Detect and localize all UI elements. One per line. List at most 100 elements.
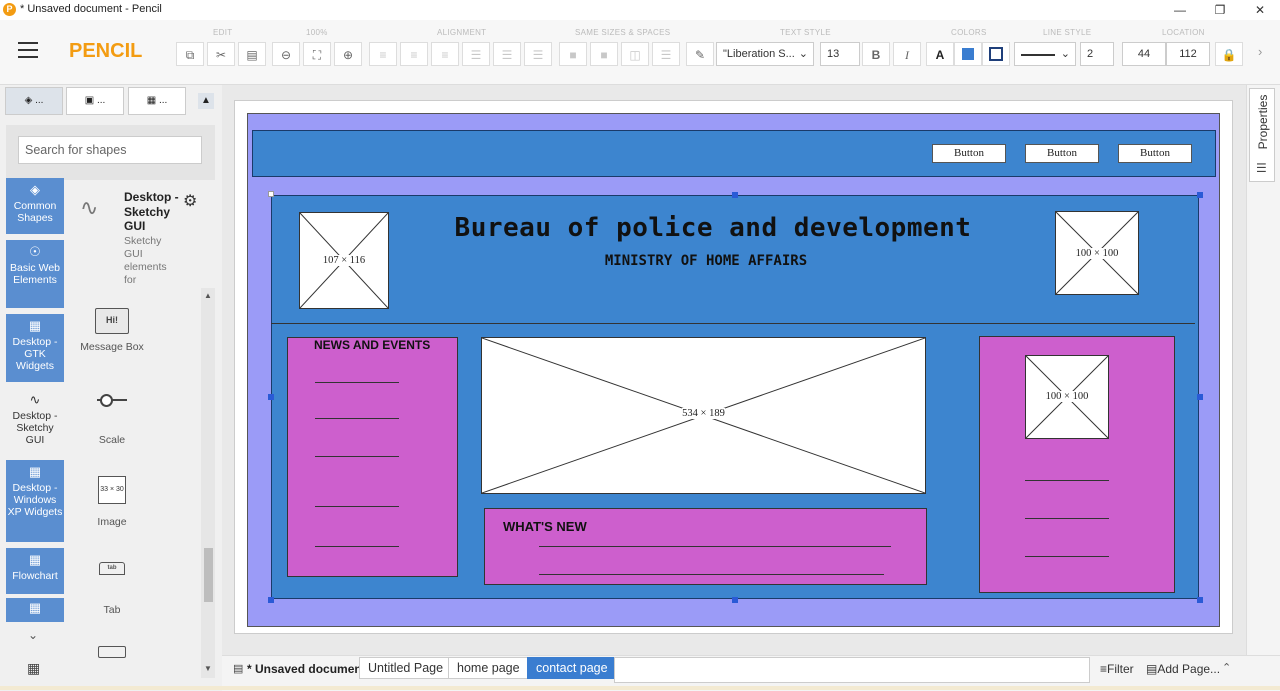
same-height-button[interactable]: ■ xyxy=(590,42,618,66)
gear-icon[interactable]: ⚙ xyxy=(183,191,197,211)
align-top-button[interactable]: ☰ xyxy=(462,42,490,66)
shape-scale[interactable]: Scale xyxy=(70,392,154,446)
nav-button-2[interactable]: Button xyxy=(1025,144,1099,163)
font-size-input[interactable]: 13 xyxy=(820,42,860,66)
resize-handle-bottom-right[interactable] xyxy=(1197,597,1203,603)
resize-handle-right[interactable] xyxy=(1197,394,1203,400)
page-heading[interactable]: Bureau of police and development xyxy=(420,213,1006,243)
news-title[interactable]: NEWS AND EVENTS xyxy=(314,338,430,352)
squiggle-icon: ∿ xyxy=(29,392,41,407)
fill-color-button[interactable] xyxy=(954,42,982,66)
align-right-button[interactable]: ≡ xyxy=(431,42,459,66)
group-label-location: LOCATION xyxy=(1162,28,1205,37)
resize-handle-left[interactable] xyxy=(268,394,274,400)
group-label-edit: EDIT xyxy=(213,28,233,37)
zoom-in-button[interactable]: ⊕ xyxy=(334,42,362,66)
sidebar-scrollbar[interactable]: ▲ ▼ xyxy=(201,288,215,678)
resize-handle-top-right[interactable] xyxy=(1197,192,1203,198)
location-y-input[interactable]: 112 xyxy=(1166,42,1210,66)
add-page-button[interactable]: ▤Add Page... xyxy=(1146,662,1220,676)
whats-new-panel[interactable]: WHAT'S NEW xyxy=(484,508,927,585)
filter-button[interactable]: ≡Filter xyxy=(1100,662,1134,676)
apps-grid-icon[interactable]: ▦ xyxy=(27,660,40,677)
shape-tab[interactable]: tab Tab xyxy=(70,562,154,616)
category-flowchart[interactable]: ▦ Flowchart xyxy=(6,548,64,594)
format-painter-icon[interactable]: ✎ xyxy=(686,42,714,66)
resize-handle-top[interactable] xyxy=(732,192,738,198)
logo-right-placeholder[interactable]: 100 × 100 xyxy=(1055,211,1139,295)
toolbar-more-icon[interactable]: › xyxy=(1258,44,1262,59)
copy-button[interactable]: ⧉ xyxy=(176,42,204,66)
whats-new-line xyxy=(539,546,891,547)
page-tab-strip xyxy=(614,657,1090,683)
document-name[interactable]: * Unsaved document xyxy=(247,662,366,676)
stroke-color-button[interactable] xyxy=(982,42,1010,66)
line-style-select[interactable]: ⌄ xyxy=(1014,42,1076,66)
whats-new-title[interactable]: WHAT'S NEW xyxy=(503,519,587,534)
chevron-down-icon[interactable]: ⌄ xyxy=(28,628,38,642)
close-button[interactable]: ✕ xyxy=(1240,0,1280,20)
news-line xyxy=(315,418,399,419)
side-line xyxy=(1025,480,1109,481)
hamburger-menu-icon[interactable] xyxy=(18,40,38,58)
logo-left-placeholder[interactable]: 107 × 116 xyxy=(299,212,389,309)
line-width-input[interactable]: 2 xyxy=(1080,42,1114,66)
category-gtk-widgets[interactable]: ▦ Desktop - GTK Widgets xyxy=(6,314,64,382)
italic-button[interactable]: I xyxy=(893,42,921,66)
page-tab-home[interactable]: home page xyxy=(448,657,529,679)
page-subheading[interactable]: MINISTRY OF HOME AFFAIRS xyxy=(420,253,992,269)
text-color-button[interactable]: A xyxy=(926,42,954,66)
nav-button-3[interactable]: Button xyxy=(1118,144,1192,163)
tab-icon: tab xyxy=(99,562,125,575)
space-vertical-button[interactable]: ☰ xyxy=(652,42,680,66)
resize-handle-bottom[interactable] xyxy=(732,597,738,603)
main-image-placeholder[interactable]: 534 × 189 xyxy=(481,337,926,494)
tab-clipart[interactable]: ▦ ... xyxy=(128,87,186,115)
scroll-up-icon[interactable]: ▲ xyxy=(204,291,212,300)
bold-button[interactable]: B xyxy=(862,42,890,66)
ruler-shape-icon[interactable] xyxy=(98,646,126,658)
align-middle-button[interactable]: ☰ xyxy=(493,42,521,66)
tab-collections[interactable]: ◈ ... xyxy=(5,87,63,115)
group-label-colors: COLORS xyxy=(951,28,987,37)
category-windows-xp-widgets[interactable]: ▦ Desktop - Windows XP Widgets xyxy=(6,460,64,542)
group-label-alignment: ALIGNMENT xyxy=(437,28,487,37)
side-image-placeholder[interactable]: 100 × 100 xyxy=(1025,355,1109,439)
same-width-button[interactable]: ■ xyxy=(559,42,587,66)
paste-button[interactable]: ▤ xyxy=(238,42,266,66)
restore-button[interactable]: ❐ xyxy=(1200,0,1240,20)
chevron-down-icon: ⌄ xyxy=(798,48,808,60)
selection-anchor-handle[interactable] xyxy=(268,191,274,197)
shape-image[interactable]: 33 × 30 Image xyxy=(70,476,154,528)
align-center-button[interactable]: ≡ xyxy=(400,42,428,66)
align-bottom-button[interactable]: ☰ xyxy=(524,42,552,66)
scroll-down-icon[interactable]: ▼ xyxy=(204,664,212,673)
tab-private-collection[interactable]: ▣ ... xyxy=(66,87,124,115)
nav-button-1[interactable]: Button xyxy=(932,144,1006,163)
page-tab-untitled[interactable]: Untitled Page xyxy=(359,657,453,679)
space-horizontal-button[interactable]: ◫ xyxy=(621,42,649,66)
cut-button[interactable]: ✂ xyxy=(207,42,235,66)
lock-icon[interactable]: 🔒 xyxy=(1215,42,1243,66)
zoom-fit-button[interactable]: ⛶ xyxy=(303,42,331,66)
chevron-up-icon[interactable]: ⌃ xyxy=(1222,661,1231,674)
align-left-button[interactable]: ≡ xyxy=(369,42,397,66)
resize-handle-bottom-left[interactable] xyxy=(268,597,274,603)
side-panel[interactable]: 100 × 100 xyxy=(979,336,1175,593)
chevron-down-icon: ⌄ xyxy=(1060,48,1070,60)
font-family-select[interactable]: "Liberation S... ⌄ xyxy=(716,42,814,66)
zoom-out-button[interactable]: ⊖ xyxy=(272,42,300,66)
location-x-input[interactable]: 44 xyxy=(1122,42,1166,66)
category-basic-web-elements[interactable]: ☉ Basic Web Elements xyxy=(6,240,64,308)
shape-message-box[interactable]: Hi! Message Box xyxy=(70,308,154,353)
pin-icon[interactable]: ▲ xyxy=(198,93,214,109)
search-input[interactable]: Search for shapes xyxy=(18,136,202,164)
news-panel[interactable]: NEWS AND EVENTS xyxy=(287,337,458,577)
scrollbar-thumb[interactable] xyxy=(204,548,213,602)
category-sketchy-gui[interactable]: ∿ Desktop - Sketchy GUI xyxy=(6,388,64,456)
category-common-shapes[interactable]: ◈ Common Shapes xyxy=(6,178,64,234)
minimize-button[interactable]: — xyxy=(1160,0,1200,20)
properties-tab[interactable]: Properties ☰ xyxy=(1249,88,1275,182)
category-more[interactable]: ▦ xyxy=(6,598,64,622)
page-tab-contact[interactable]: contact page xyxy=(527,657,617,679)
